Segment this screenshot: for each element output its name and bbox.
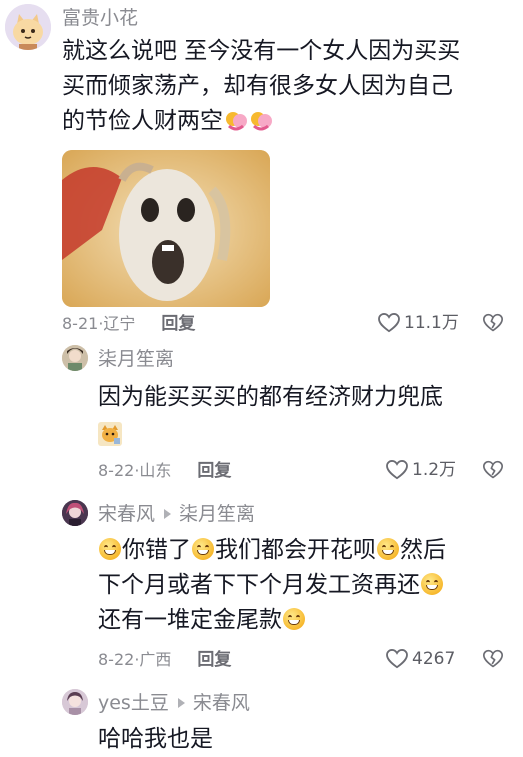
comment-text-fragment: 的节俭人财两空 bbox=[62, 108, 223, 134]
comment-username-reply: yes土豆 宋春风 bbox=[98, 691, 250, 715]
heart-outline-icon bbox=[378, 313, 400, 333]
like-count: 1.2万 bbox=[412, 460, 457, 480]
person-avatar-icon bbox=[62, 500, 88, 526]
comment-date: 8-22 bbox=[98, 461, 135, 480]
comment-date: 8-21 bbox=[62, 314, 99, 333]
reply-button[interactable]: 回复 bbox=[197, 650, 231, 670]
comment-username[interactable]: 富贵小花 bbox=[62, 6, 138, 30]
grin-emoji-icon bbox=[192, 538, 214, 560]
grin-emoji-icon bbox=[377, 538, 399, 560]
comment-text-line: 下个月或者下下个月发工资再还 bbox=[98, 568, 508, 603]
like-button[interactable]: 4267 bbox=[386, 649, 455, 669]
like-button[interactable]: 1.2万 bbox=[386, 460, 456, 480]
avatar-songchunfeng[interactable] bbox=[62, 500, 88, 526]
triangle-right-icon bbox=[164, 508, 172, 519]
comment-image[interactable] bbox=[62, 150, 270, 307]
hug-emoji-icon bbox=[251, 112, 272, 131]
broken-heart-icon[interactable] bbox=[483, 460, 503, 480]
hug-emoji-icon bbox=[226, 112, 247, 131]
person-avatar-icon bbox=[62, 689, 88, 715]
comment-text-fragment: 你错了 bbox=[122, 537, 191, 563]
comment-text: 你错了 我们都会开花呗 然后 下个月或者下下个月发工资再还 还有一堆定金尾款 bbox=[98, 533, 508, 638]
comment-text: 哈哈我也是 bbox=[98, 726, 213, 752]
cat-avatar-icon bbox=[5, 4, 51, 50]
triangle-right-icon bbox=[177, 697, 185, 708]
comment-username[interactable]: yes土豆 bbox=[98, 692, 169, 714]
comment-location: 辽宁 bbox=[103, 314, 136, 333]
person-avatar-icon bbox=[62, 345, 88, 371]
comment-username[interactable]: 柒月笙离 bbox=[98, 347, 174, 371]
comment-text-line: 还有一堆定金尾款 bbox=[98, 603, 508, 638]
reply-button[interactable]: 回复 bbox=[161, 314, 195, 334]
comment-text: 因为能买买买的都有经济财力兜底 bbox=[98, 384, 443, 410]
comment-meta: 8-21·辽宁 回复 bbox=[62, 314, 196, 334]
reply-button[interactable]: 回复 bbox=[197, 461, 231, 481]
avatar-yestudou[interactable] bbox=[62, 689, 88, 715]
like-count: 11.1万 bbox=[404, 313, 459, 333]
grin-emoji-icon bbox=[421, 573, 443, 595]
comment-username[interactable]: 宋春风 bbox=[98, 503, 155, 525]
avatar-qiyueshengli[interactable] bbox=[62, 345, 88, 371]
comment-date: 8-22 bbox=[98, 650, 135, 669]
grin-emoji-icon bbox=[283, 608, 305, 630]
heart-outline-icon bbox=[386, 460, 408, 480]
comment-location: 广西 bbox=[139, 650, 172, 669]
comment-username-reply: 宋春风 柒月笙离 bbox=[98, 502, 255, 526]
dog-sticker-icon bbox=[98, 422, 122, 446]
comment-text-line: 的节俭人财两空 bbox=[62, 104, 512, 139]
reply-to-username[interactable]: 宋春风 bbox=[193, 692, 250, 714]
comment-text: 就这么说吧 至今没有一个女人因为买买 买而倾家荡产，却有很多女人因为自己 的节俭… bbox=[62, 34, 512, 139]
broken-heart-icon[interactable] bbox=[483, 313, 503, 333]
like-button[interactable]: 11.1万 bbox=[378, 313, 459, 333]
reply-to-username[interactable]: 柒月笙离 bbox=[179, 503, 255, 525]
like-count: 4267 bbox=[412, 649, 456, 669]
comment-meta: 8-22·山东 回复 bbox=[98, 461, 232, 481]
comment-text-line: 你错了 我们都会开花呗 然后 bbox=[98, 533, 508, 568]
comment-text-fragment: 还有一堆定金尾款 bbox=[98, 607, 282, 633]
screaming-face-sticker-image bbox=[62, 150, 270, 307]
comment-text-fragment: 我们都会开花呗 bbox=[215, 537, 376, 563]
comment-location: 山东 bbox=[139, 461, 172, 480]
comment-text-fragment: 下个月或者下下个月发工资再还 bbox=[98, 572, 420, 598]
comment-text-line: 买而倾家荡产，却有很多女人因为自己 bbox=[62, 73, 453, 99]
comment-text-fragment: 然后 bbox=[400, 537, 446, 563]
heart-outline-icon bbox=[386, 649, 408, 669]
comment-text-line: 就这么说吧 至今没有一个女人因为买买 bbox=[62, 38, 461, 64]
avatar-fuguixiaohua[interactable] bbox=[5, 4, 51, 50]
grin-emoji-icon bbox=[99, 538, 121, 560]
comment-meta: 8-22·广西 回复 bbox=[98, 650, 232, 670]
broken-heart-icon[interactable] bbox=[483, 649, 503, 669]
